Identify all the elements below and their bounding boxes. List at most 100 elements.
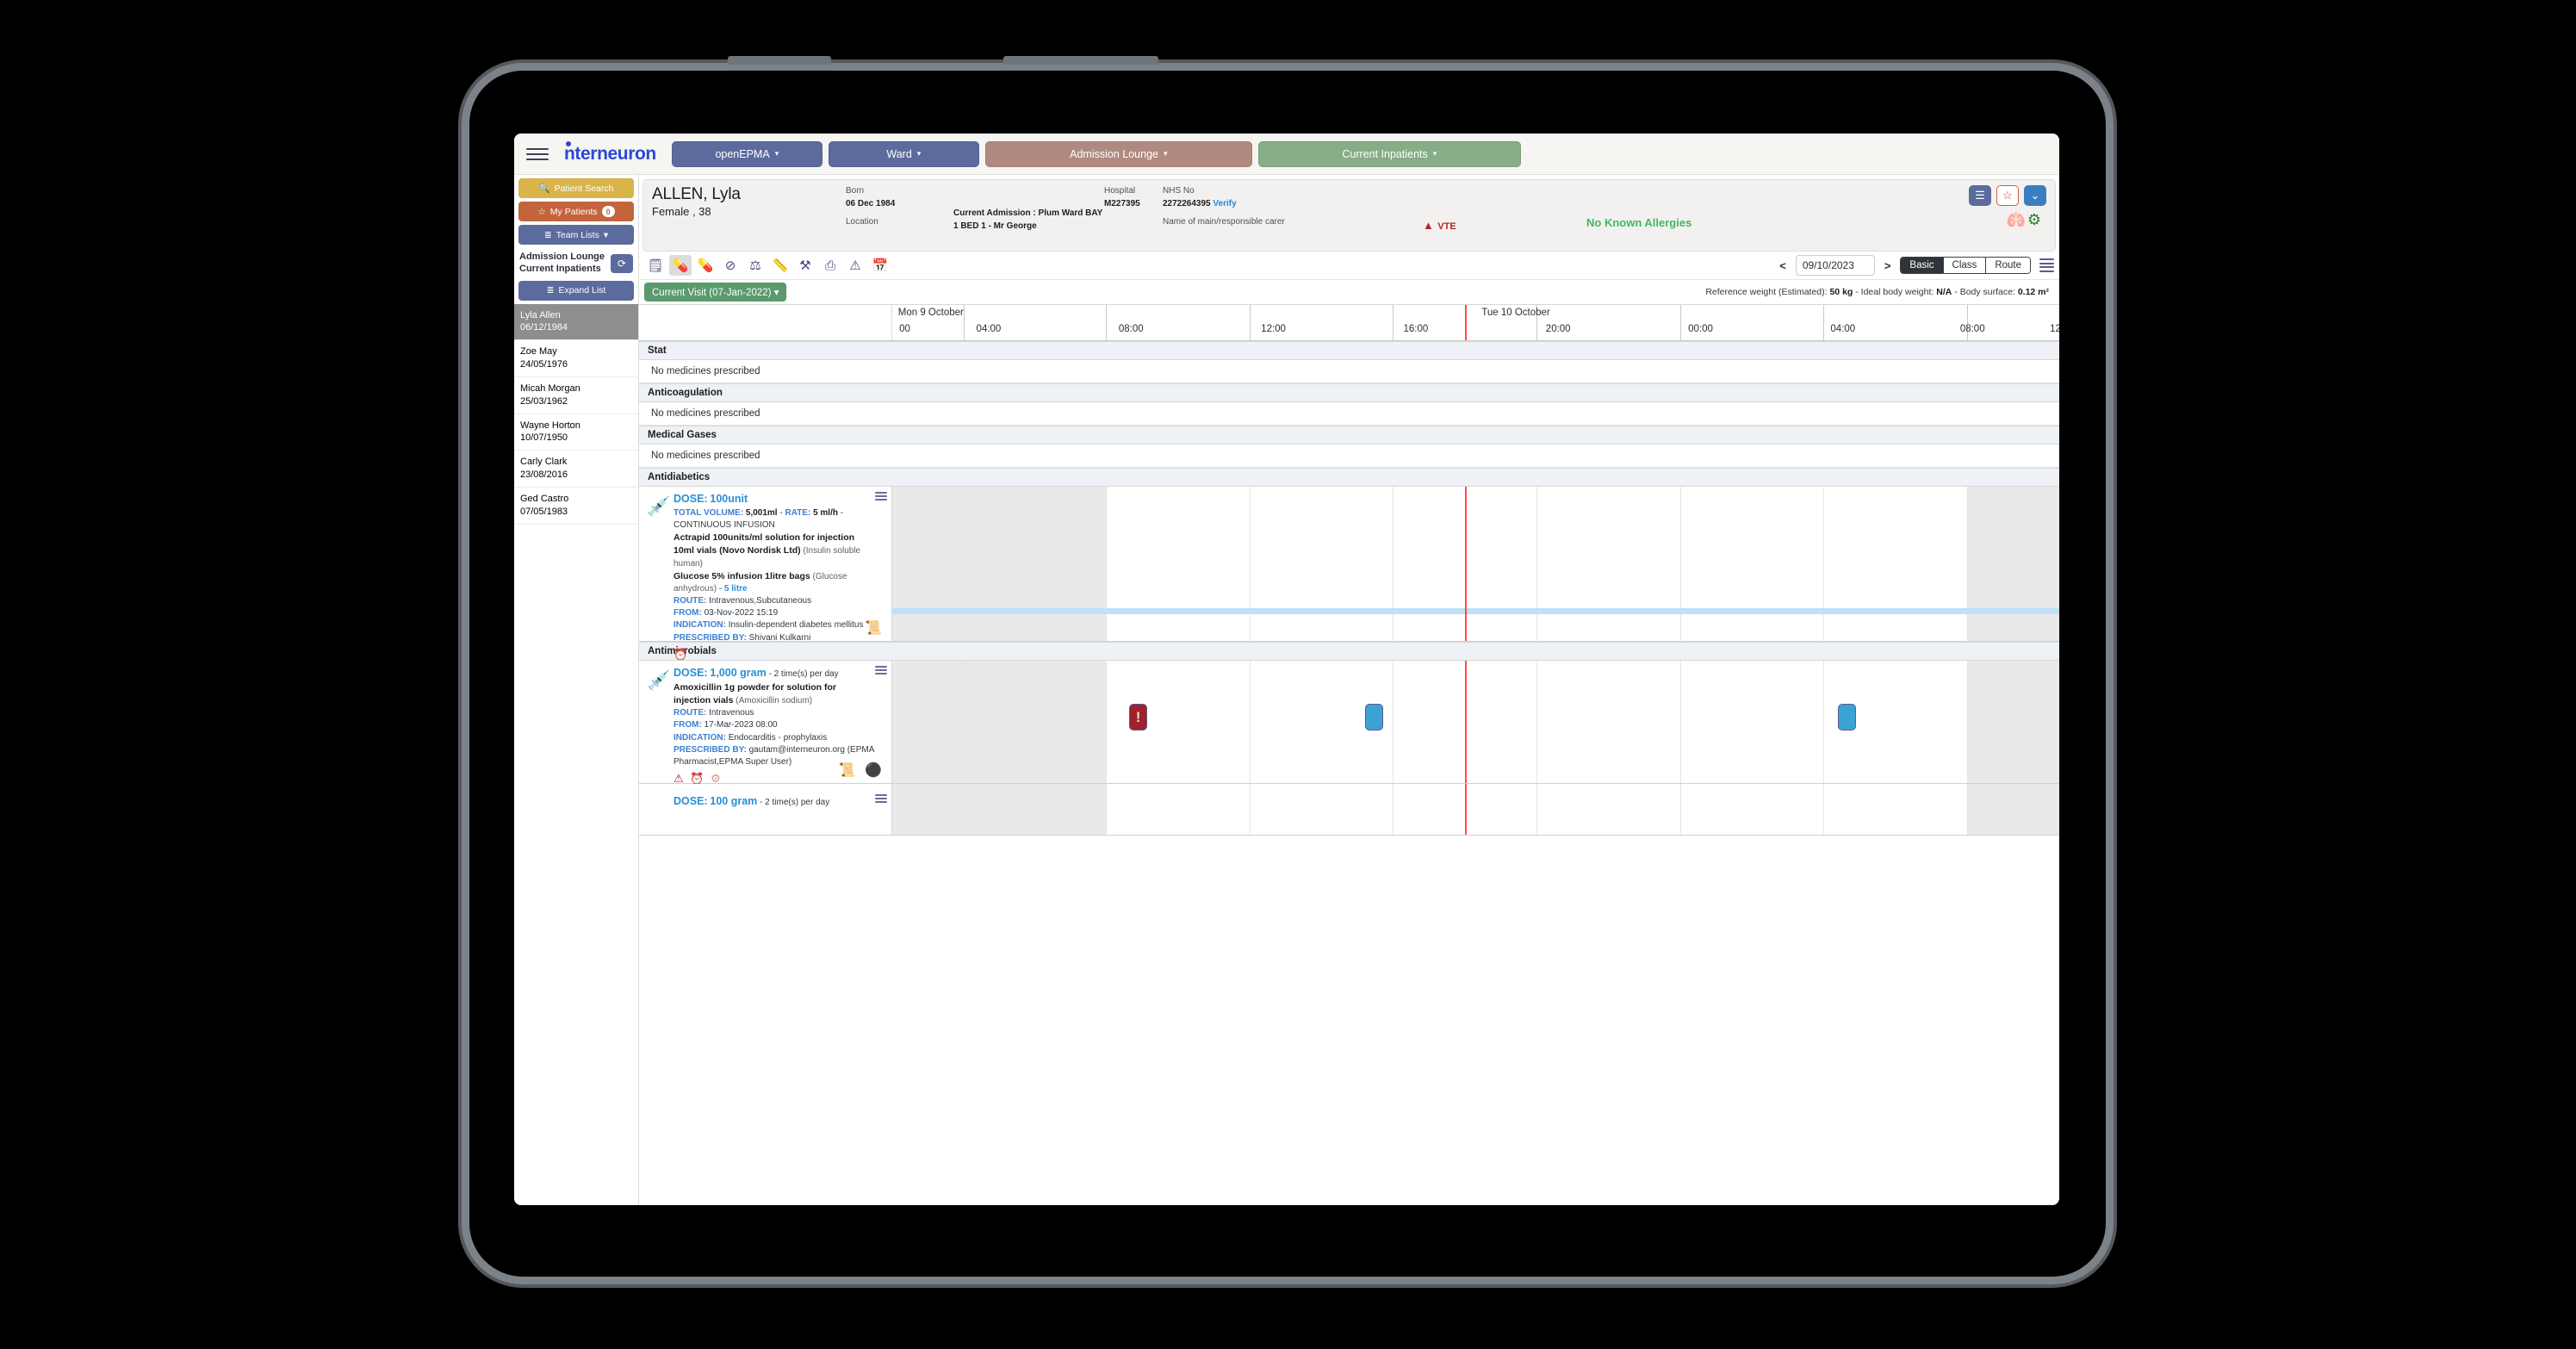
medication-details: DOSE: 100 gram - 2 time(s) per day <box>639 784 892 835</box>
administer-medicine-icon[interactable]: 💊 <box>669 255 692 276</box>
documents-icon[interactable]: 📜 <box>839 763 859 778</box>
born-value: 06 Dec 1984 <box>846 198 953 211</box>
indication-value: Insulin-dependent diabetes mellitus <box>729 620 864 630</box>
medication-timeline-antidiabetics[interactable]: Not started <box>892 487 2059 641</box>
timeline-tick-label: 04:00 <box>977 324 1002 334</box>
verify-link[interactable]: Verify <box>1213 199 1236 208</box>
medication-details: 💉 DOSE: 1,000 gram - 2 time(s) per day A… <box>639 661 892 783</box>
administration-missed-marker[interactable]: ! <box>1129 704 1147 730</box>
medication-timeline-antimicrobials[interactable]: ! <box>892 661 2059 783</box>
documents-icon[interactable]: 📜 <box>865 621 885 636</box>
timeline-separator <box>1967 305 1968 340</box>
medication-row-antidiabetics[interactable]: 💉 DOSE: 100unit TOTAL VOLUME: 5,001ml - … <box>639 487 2059 642</box>
patient-nhs-block: NHS No 2272264395 Verify Name of main/re… <box>1163 185 1285 246</box>
administration-due-marker[interactable] <box>1838 704 1856 730</box>
add-medicine-icon[interactable]: 💊 <box>694 255 717 276</box>
timeline-cell-separator <box>964 487 965 641</box>
weight-kg-icon[interactable]: ⚖ <box>744 255 767 276</box>
alarm-clock-icon[interactable]: ⏰ <box>690 772 705 785</box>
timeline-cell-separator <box>1393 661 1394 783</box>
timeline-header-spacer <box>639 305 892 340</box>
current-visit-button[interactable]: Current Visit (07-Jan-2022) ▾ <box>644 283 786 302</box>
list-view-button[interactable]: ☰ <box>1969 185 1991 206</box>
timeline-cell-separator <box>964 784 965 835</box>
indication-label: INDICATION: <box>673 733 726 743</box>
syringe-icon: 💉 <box>644 666 673 778</box>
pharmacy-mortar-icon[interactable]: ⚒ <box>794 255 816 276</box>
medication-row-antimicrobials[interactable]: 💉 DOSE: 1,000 gram - 2 time(s) per day A… <box>639 661 2059 784</box>
medication-timeline-partial[interactable] <box>892 784 2059 835</box>
refresh-icon: ⟳ <box>618 258 626 270</box>
height-cm-icon[interactable]: 📏 <box>769 255 791 276</box>
patient-list-item[interactable]: Zoe May24/05/1976 <box>514 340 638 377</box>
drug-2-quantity: - 5 litre <box>719 584 748 594</box>
administration-due-marker[interactable] <box>1365 704 1383 730</box>
refresh-list-button[interactable]: ⟳ <box>611 254 633 273</box>
timeline-cell-separator <box>1106 661 1107 783</box>
timeline-cell-separator <box>1393 487 1394 641</box>
total-volume-label: TOTAL VOLUME: <box>673 508 743 518</box>
patient-search-button[interactable]: 🔍 Patient Search <box>518 178 634 198</box>
view-mode-class[interactable]: Class <box>1944 258 1987 273</box>
view-mode-route[interactable]: Route <box>1986 258 2030 273</box>
nav-item-ward[interactable]: Ward ▾ <box>829 141 979 167</box>
prescription-chart-icon[interactable]: 🗒 <box>644 255 667 276</box>
previous-day-button[interactable]: < <box>1775 259 1791 272</box>
medication-row-menu-icon[interactable] <box>875 666 887 674</box>
print-icon[interactable]: ⎙ <box>819 255 841 276</box>
star-icon: ☆ <box>2002 189 2013 202</box>
drug-2-name: Glucose 5% infusion 1litre bags <box>673 571 810 581</box>
vte-indicator[interactable]: ▲ VTE <box>1423 218 1456 233</box>
patient-list-item[interactable]: Ged Castro07/05/1983 <box>514 488 638 525</box>
nav-item-current-inpatients[interactable]: Current Inpatients ▾ <box>1258 141 1521 167</box>
team-lists-button[interactable]: ≣ Team Lists ▾ <box>518 225 634 245</box>
view-mode-basic[interactable]: Basic <box>1901 258 1943 273</box>
alarm-clock-icon[interactable]: ⏰ <box>673 648 689 661</box>
medication-row-menu-icon[interactable] <box>875 794 887 803</box>
current-time-marker <box>1465 487 1467 641</box>
timeline-cell-separator <box>1536 487 1537 641</box>
current-list-title: Admission Lounge Current Inpatients <box>519 252 611 276</box>
chart-options-menu-icon[interactable] <box>2036 258 2054 272</box>
next-day-button[interactable]: > <box>1880 259 1896 272</box>
nav-label: openEPMA <box>715 148 769 160</box>
route-label: ROUTE: <box>673 708 706 718</box>
calendar-icon[interactable]: 📅 <box>869 255 891 276</box>
current-list-header: Admission Lounge Current Inpatients ⟳ <box>514 248 638 277</box>
alert-bell-icon[interactable]: ⚠ <box>673 772 686 785</box>
dose-value: 1,000 gram <box>710 667 766 679</box>
medication-details: 💉 DOSE: 100unit TOTAL VOLUME: 5,001ml - … <box>639 487 892 641</box>
bacteria-icon[interactable]: ⚙ <box>711 772 723 785</box>
chevron-down-icon: ▾ <box>775 149 779 159</box>
medication-corner-icons: 📜 <box>865 619 885 637</box>
expand-chevron-button[interactable]: ⌄ <box>2024 185 2046 206</box>
nav-item-admission-lounge[interactable]: Admission Lounge ▾ <box>985 141 1252 167</box>
medication-row-partial[interactable]: DOSE: 100 gram - 2 time(s) per day <box>639 784 2059 836</box>
vte-label: VTE <box>1437 221 1456 232</box>
patient-list-item[interactable]: Carly Clark23/08/2016 <box>514 451 638 488</box>
patient-header-banner: ALLEN, Lyla Female , 38 Born 06 Dec 1984… <box>642 179 2056 252</box>
section-title: Anticoagulation <box>639 384 2059 401</box>
allergy-status: No Known Allergies <box>1586 216 1691 229</box>
patient-list-item[interactable]: Micah Morgan25/03/1962 <box>514 377 638 414</box>
dose-frequency: - 2 time(s) per day <box>768 669 838 679</box>
mortar-pestle-icon[interactable]: ⚫ <box>865 763 885 778</box>
patient-list-item[interactable]: Wayne Horton10/07/1950 <box>514 414 638 451</box>
date-input[interactable]: 09/10/2023 <box>1796 255 1875 276</box>
patient-list-item-name: Zoe May <box>520 345 632 358</box>
medication-row-menu-icon[interactable] <box>875 492 887 500</box>
my-patients-button[interactable]: ☆ My Patients 0 <box>518 202 634 221</box>
timeline-shaded-region <box>892 661 1106 783</box>
hamburger-menu-icon[interactable] <box>526 148 549 160</box>
patient-list-item-dob: 25/03/1962 <box>520 395 632 408</box>
timeline-header: Mon 9 OctoberTue 10 October0004:0008:001… <box>639 305 2059 341</box>
alert-warning-icon[interactable]: ⚠ <box>844 255 866 276</box>
timeline-cell-separator <box>1393 784 1394 835</box>
favourite-star-button[interactable]: ☆ <box>1996 185 2019 206</box>
medicine-pill-icon[interactable]: ⊘ <box>719 255 742 276</box>
carer-label: Name of main/responsible carer <box>1163 216 1285 229</box>
my-patients-count-badge: 0 <box>602 206 615 217</box>
expand-list-button[interactable]: ≣ Expand List <box>518 281 634 301</box>
patient-list-item[interactable]: Lyla Allen06/12/1984 <box>514 304 638 341</box>
nav-item-openepma[interactable]: openEPMA ▾ <box>672 141 822 167</box>
